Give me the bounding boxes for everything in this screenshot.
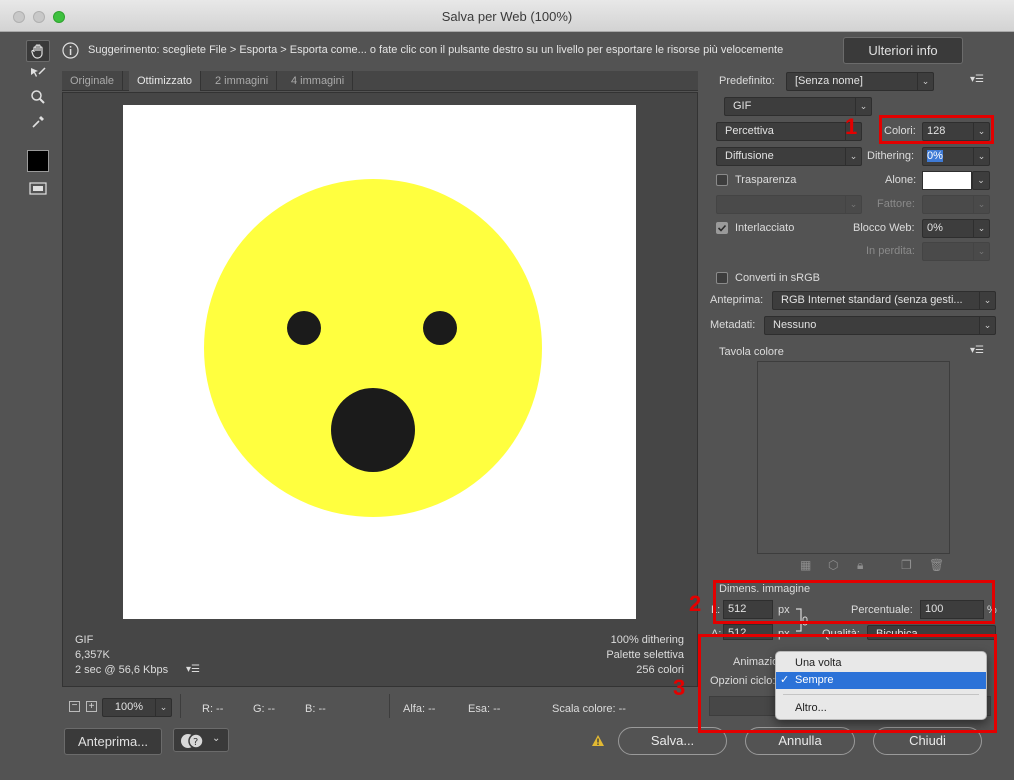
metadata-select[interactable]: Nessuno ⌄ xyxy=(764,316,996,335)
emoji-image xyxy=(204,179,542,517)
tab-optimized[interactable]: Ottimizzato xyxy=(129,71,202,91)
highlight-colors xyxy=(879,115,994,144)
divider xyxy=(180,694,181,718)
toggle-slices-icon[interactable] xyxy=(26,180,50,202)
status-dithering: 100% dithering xyxy=(610,634,684,646)
amount-label: Fattore: xyxy=(877,198,915,210)
matte-label: Alone: xyxy=(885,174,917,186)
cube-icon[interactable]: ⬡ xyxy=(828,558,838,572)
transparency-dither-select[interactable]: ⌄ xyxy=(716,195,862,214)
preview-label: Anteprima: xyxy=(710,294,764,306)
tip-text: Suggerimento: scegliete File > Esporta >… xyxy=(88,44,784,56)
warning-icon xyxy=(592,735,604,746)
annotation-3: 3 xyxy=(673,675,686,700)
annotation-1: 1 xyxy=(845,114,858,139)
color-reduction-select[interactable]: Percettiva ⌄ xyxy=(716,122,862,141)
new-color-icon[interactable]: ❐ xyxy=(901,558,912,572)
red-readout: R: -- xyxy=(202,703,224,715)
browser-select-button[interactable]: ? ⌄ xyxy=(173,728,229,752)
web-snap-label: Blocco Web: xyxy=(853,222,915,234)
zoom-level-value: 100% xyxy=(114,701,144,713)
color-scale-readout: Scala colore: -- xyxy=(552,703,626,715)
color-table-menu-icon[interactable]: ▾☰ xyxy=(970,345,984,356)
dithering-value: 0% xyxy=(927,150,943,162)
dither-algorithm-select[interactable]: Diffusione ⌄ xyxy=(716,147,862,166)
amount-input[interactable]: ⌄ xyxy=(922,195,990,214)
transparency-checkbox[interactable] xyxy=(716,174,728,186)
image-canvas[interactable] xyxy=(123,105,636,619)
more-info-button[interactable]: Ulteriori info xyxy=(843,37,963,64)
save-for-web-dialog: Salva per Web (100%) Suggerimento: scegl… xyxy=(0,0,1014,780)
preset-value: [Senza nome] xyxy=(795,75,863,87)
matte-select[interactable]: ⌄ xyxy=(972,171,990,190)
right-eye xyxy=(423,311,457,345)
interlaced-checkbox[interactable] xyxy=(716,222,728,234)
info-icon xyxy=(62,42,79,59)
metadata-value: Nessuno xyxy=(773,319,817,331)
color-reduction-value: Percettiva xyxy=(725,125,774,137)
mouth xyxy=(331,388,415,472)
annotation-2: 2 xyxy=(689,591,702,616)
slice-select-tool-icon[interactable] xyxy=(26,65,50,87)
eyedropper-tool-icon[interactable] xyxy=(26,114,50,136)
green-readout: G: -- xyxy=(253,703,275,715)
status-palette: Palette selettiva xyxy=(606,649,684,661)
highlight-animation xyxy=(698,634,997,733)
lossy-label: In perdita: xyxy=(866,245,915,257)
color-table-label: Tavola colore xyxy=(719,346,784,358)
lock-icon[interactable]: 🔒︎ xyxy=(857,558,863,573)
web-snap-value: 0% xyxy=(927,222,943,234)
status-format: GIF xyxy=(75,634,94,646)
zoom-out-icon[interactable]: − xyxy=(69,701,80,712)
zoom-level-select[interactable]: 100% ⌄ xyxy=(102,698,172,717)
highlight-image-size xyxy=(713,580,995,624)
divider xyxy=(389,694,390,718)
left-eye xyxy=(287,311,321,345)
chevron-down-icon: ⌄ xyxy=(212,733,221,744)
dithering-label: Dithering: xyxy=(867,150,915,162)
preview-profile-select[interactable]: RGB Internet standard (senza gesti... ⌄ xyxy=(772,291,996,310)
transparency-label: Trasparenza xyxy=(735,174,797,186)
status-size: 6,357K xyxy=(75,649,110,661)
svg-text:?: ? xyxy=(193,737,198,748)
lossy-input[interactable]: ⌄ xyxy=(922,242,990,261)
trash-icon[interactable]: 🗑︎ xyxy=(929,558,944,572)
color-table[interactable] xyxy=(757,361,950,554)
blue-readout: B: -- xyxy=(305,703,326,715)
download-speed-menu-icon[interactable]: ▾☰ xyxy=(186,664,200,675)
interlaced-label: Interlacciato xyxy=(735,222,795,234)
view-tabs: Originale Ottimizzato 2 immagini 4 immag… xyxy=(62,71,698,91)
preset-select[interactable]: [Senza nome] ⌄ xyxy=(786,72,934,91)
preset-label: Predefinito: xyxy=(719,75,775,87)
tip-bar: Suggerimento: scegliete File > Esporta >… xyxy=(58,37,1006,65)
zoom-in-icon[interactable]: + xyxy=(86,701,97,712)
web-safe-icon[interactable]: ▦ xyxy=(800,558,811,572)
hand-tool-icon[interactable] xyxy=(26,40,50,62)
tab-4-up[interactable]: 4 immagini xyxy=(283,71,354,91)
tab-original[interactable]: Originale xyxy=(62,71,124,91)
convert-srgb-checkbox[interactable] xyxy=(716,272,728,284)
zoom-tool-icon[interactable] xyxy=(26,89,50,111)
tab-2-up[interactable]: 2 immagini xyxy=(207,71,278,91)
format-value: GIF xyxy=(733,100,752,112)
title-bar: Salva per Web (100%) xyxy=(0,0,1014,32)
preset-menu-icon[interactable]: ▾☰ xyxy=(970,74,984,85)
hex-readout: Esa: -- xyxy=(468,703,501,715)
dither-algorithm-value: Diffusione xyxy=(725,150,774,162)
metadata-label: Metadati: xyxy=(710,319,756,331)
checkmark-icon xyxy=(717,224,727,232)
alpha-readout: Alfa: -- xyxy=(403,703,436,715)
web-snap-input[interactable]: 0% ⌄ xyxy=(922,219,990,238)
status-time: 2 sec @ 56,6 Kbps xyxy=(75,664,169,676)
preview-in-browser-button[interactable]: Anteprima... xyxy=(64,728,162,755)
browser-globe-icon: ? xyxy=(181,733,204,749)
preview-profile-value: RGB Internet standard (senza gesti... xyxy=(781,294,963,306)
convert-srgb-label: Converti in sRGB xyxy=(735,272,820,284)
eyedropper-color-swatch[interactable] xyxy=(27,150,49,172)
dithering-input[interactable]: 0% ⌄ xyxy=(922,147,990,166)
window-title: Salva per Web (100%) xyxy=(441,9,573,24)
matte-color-swatch[interactable] xyxy=(922,171,972,190)
